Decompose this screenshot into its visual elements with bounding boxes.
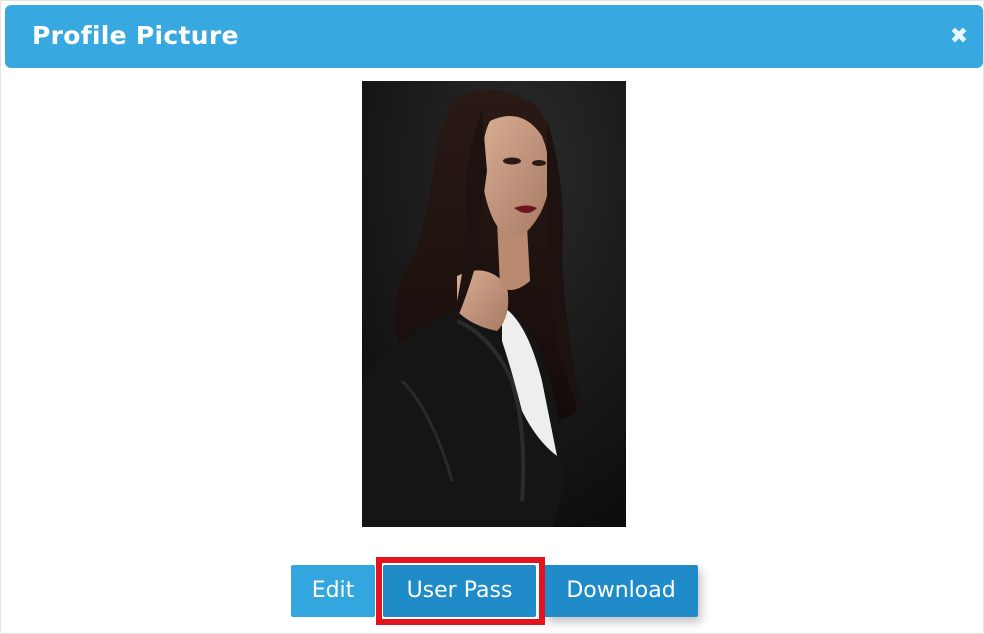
download-button[interactable]: Download [544,565,698,617]
profile-picture-dialog: Profile Picture ✖ Edit User Pass Downloa… [0,0,984,634]
user-pass-button[interactable]: User Pass [383,565,536,617]
close-icon[interactable]: ✖ [949,26,969,48]
dialog-title: Profile Picture [32,21,239,50]
dialog-header: Profile Picture ✖ [5,5,983,68]
edit-button[interactable]: Edit [291,565,375,617]
profile-photo [362,81,626,527]
